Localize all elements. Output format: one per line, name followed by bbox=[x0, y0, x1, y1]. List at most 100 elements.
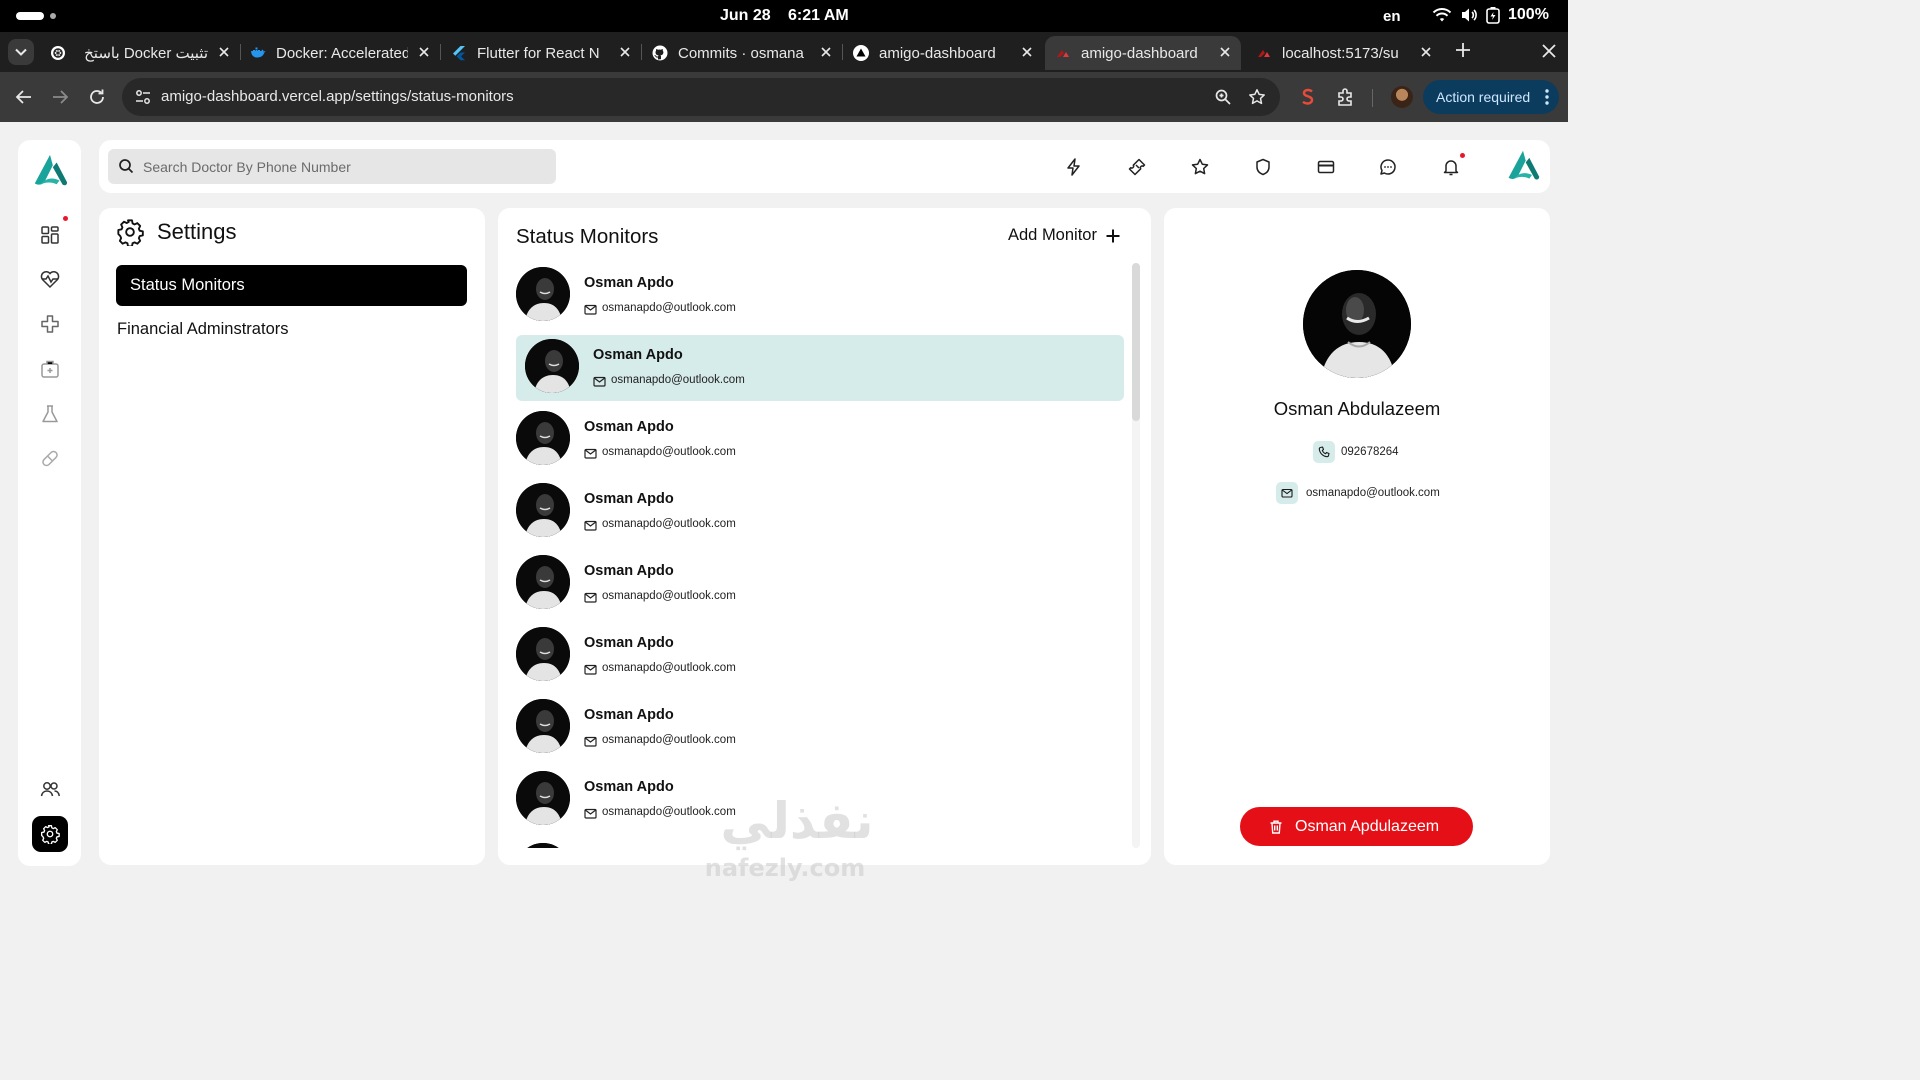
site-settings-icon[interactable] bbox=[134, 88, 152, 106]
extensions-puzzle-icon[interactable] bbox=[1336, 87, 1356, 107]
browser-tab[interactable]: amigo-dashboard bbox=[843, 36, 1043, 70]
monitor-avatar bbox=[516, 627, 570, 681]
bookmark-star-icon[interactable] bbox=[1248, 88, 1266, 106]
ticket-icon[interactable] bbox=[1127, 157, 1147, 177]
close-window-icon[interactable] bbox=[1541, 43, 1557, 59]
tab-close-icon[interactable] bbox=[1418, 44, 1434, 60]
seo-extension-icon[interactable] bbox=[1298, 87, 1318, 107]
monitor-avatar bbox=[516, 843, 570, 848]
hospital-kit-icon[interactable] bbox=[39, 358, 61, 380]
profile-phone: 092678264 bbox=[1341, 446, 1399, 458]
monitor-email: osmanapdo@outlook.com bbox=[602, 734, 736, 746]
status-dot bbox=[50, 13, 56, 19]
profile-avatar[interactable] bbox=[1391, 86, 1413, 108]
browser-tab[interactable]: localhost:5173/su bbox=[1246, 36, 1442, 70]
tab-close-icon[interactable] bbox=[617, 44, 633, 60]
add-monitor-label: Add Monitor bbox=[1008, 226, 1097, 244]
bell-icon[interactable] bbox=[1441, 157, 1461, 177]
amigo-logo-icon[interactable] bbox=[1505, 148, 1541, 184]
tab-close-icon[interactable] bbox=[1217, 44, 1233, 60]
monitor-name: Osman Apdo bbox=[584, 275, 674, 291]
monitor-row[interactable]: Osman Apdo osmanapdo@outlook.com bbox=[516, 263, 1124, 329]
medical-cross-icon[interactable] bbox=[39, 313, 61, 335]
new-tab-icon[interactable] bbox=[1454, 41, 1472, 59]
monitor-name: Osman Apdo bbox=[584, 707, 674, 723]
status-monitors-title: Status Monitors bbox=[516, 225, 659, 248]
app-logo-icon bbox=[1057, 50, 1069, 57]
mail-icon bbox=[584, 663, 597, 676]
delete-monitor-button[interactable]: Osman Apdulazeem bbox=[1240, 807, 1473, 846]
tab-close-icon[interactable] bbox=[1019, 44, 1035, 60]
shield-icon[interactable] bbox=[1253, 157, 1273, 177]
star-icon[interactable] bbox=[1190, 157, 1210, 177]
monitor-email: osmanapdo@outlook.com bbox=[602, 662, 736, 674]
browser-tab[interactable]: Flutter for React N bbox=[441, 36, 641, 70]
add-monitor-button[interactable]: Add Monitor bbox=[1008, 226, 1121, 245]
sidebar-settings-button[interactable] bbox=[32, 816, 68, 852]
browser-tab[interactable]: تثبيت Docker باستخ bbox=[40, 36, 240, 70]
lightning-icon[interactable] bbox=[1064, 157, 1084, 177]
monitor-row-selected[interactable]: Osman Apdo osmanapdo@outlook.com bbox=[516, 335, 1124, 401]
tab-search-button[interactable] bbox=[8, 39, 34, 65]
monitor-row[interactable] bbox=[516, 839, 1124, 848]
monitor-avatar bbox=[516, 267, 570, 321]
monitor-row[interactable]: Osman Apdo osmanapdo@outlook.com bbox=[516, 623, 1124, 689]
scrollbar-thumb[interactable] bbox=[1132, 263, 1140, 421]
monitor-row[interactable]: Osman Apdo osmanapdo@outlook.com bbox=[516, 551, 1124, 617]
browser-tab[interactable]: Commits · osmana bbox=[642, 36, 842, 70]
os-time: 6:21 AM bbox=[788, 7, 849, 24]
forward-icon[interactable] bbox=[50, 87, 70, 107]
action-required-button[interactable]: Action required bbox=[1423, 80, 1559, 114]
app-logo-icon bbox=[1258, 50, 1270, 57]
tab-close-icon[interactable] bbox=[818, 44, 834, 60]
monitor-row[interactable]: Osman Apdo osmanapdo@outlook.com bbox=[516, 767, 1124, 833]
reload-icon[interactable] bbox=[87, 87, 107, 107]
monitor-list: Osman Apdo osmanapdo@outlook.com Osman Apd… bbox=[516, 263, 1124, 848]
tab-title: Flutter for React N bbox=[477, 44, 600, 62]
monitor-detail-panel: Osman Abdulazeem 092678264 osmanapdo@out… bbox=[1164, 208, 1550, 865]
monitor-email: osmanapdo@outlook.com bbox=[602, 518, 736, 530]
lab-flask-icon[interactable] bbox=[39, 403, 61, 425]
address-bar[interactable]: amigo-dashboard.vercel.app/settings/stat… bbox=[122, 78, 1280, 116]
settings-menu-status-monitors[interactable]: Status Monitors bbox=[116, 265, 467, 306]
dashboard-grid-icon[interactable] bbox=[39, 224, 61, 246]
openai-icon bbox=[51, 46, 65, 60]
status-monitors-panel: Status Monitors Add Monitor Osman Apdo os… bbox=[498, 208, 1151, 865]
browser-tabstrip: تثبيت Docker باستخ Docker: Accelerated F… bbox=[0, 32, 1568, 72]
tab-close-icon[interactable] bbox=[216, 44, 232, 60]
mail-icon bbox=[584, 303, 597, 316]
monitor-row[interactable]: Osman Apdo osmanapdo@outlook.com bbox=[516, 407, 1124, 473]
chat-bubble-icon[interactable] bbox=[1378, 157, 1398, 177]
monitor-name: Osman Apdo bbox=[584, 779, 674, 795]
users-icon[interactable] bbox=[39, 778, 61, 800]
mail-icon bbox=[1276, 482, 1298, 504]
tab-close-icon[interactable] bbox=[416, 44, 432, 60]
monitor-row[interactable]: Osman Apdo osmanapdo@outlook.com bbox=[516, 479, 1124, 545]
heart-pulse-icon[interactable] bbox=[39, 268, 61, 290]
settings-title: Settings bbox=[157, 219, 237, 244]
delete-monitor-label: Osman Apdulazeem bbox=[1295, 817, 1440, 835]
plus-icon bbox=[1106, 229, 1120, 242]
wifi-icon bbox=[1432, 8, 1452, 22]
monitor-email: osmanapdo@outlook.com bbox=[602, 446, 736, 458]
battery-level: 100% bbox=[1508, 6, 1549, 23]
os-language[interactable]: en bbox=[1383, 8, 1401, 25]
docker-icon bbox=[251, 47, 266, 58]
profile-phone-row: 092678264 bbox=[1313, 441, 1399, 463]
search-input[interactable] bbox=[143, 149, 543, 184]
browser-tab[interactable]: Docker: Accelerated bbox=[240, 36, 440, 70]
browser-tab-active[interactable]: amigo-dashboard bbox=[1045, 36, 1241, 70]
pill-icon[interactable] bbox=[39, 447, 61, 469]
zoom-icon[interactable] bbox=[1214, 88, 1232, 106]
monitor-avatar bbox=[516, 411, 570, 465]
monitor-email: osmanapdo@outlook.com bbox=[602, 590, 736, 602]
amigo-logo-icon[interactable] bbox=[31, 152, 69, 190]
volume-icon bbox=[1462, 8, 1477, 22]
monitor-row[interactable]: Osman Apdo osmanapdo@outlook.com bbox=[516, 695, 1124, 761]
notification-dot bbox=[63, 216, 68, 221]
back-icon[interactable] bbox=[14, 87, 34, 107]
url-text[interactable]: amigo-dashboard.vercel.app/settings/stat… bbox=[161, 88, 514, 105]
credit-card-icon[interactable] bbox=[1316, 157, 1336, 177]
vercel-icon bbox=[853, 45, 869, 61]
settings-menu-financial-administrators[interactable]: Financial Adminstrators bbox=[116, 309, 467, 350]
